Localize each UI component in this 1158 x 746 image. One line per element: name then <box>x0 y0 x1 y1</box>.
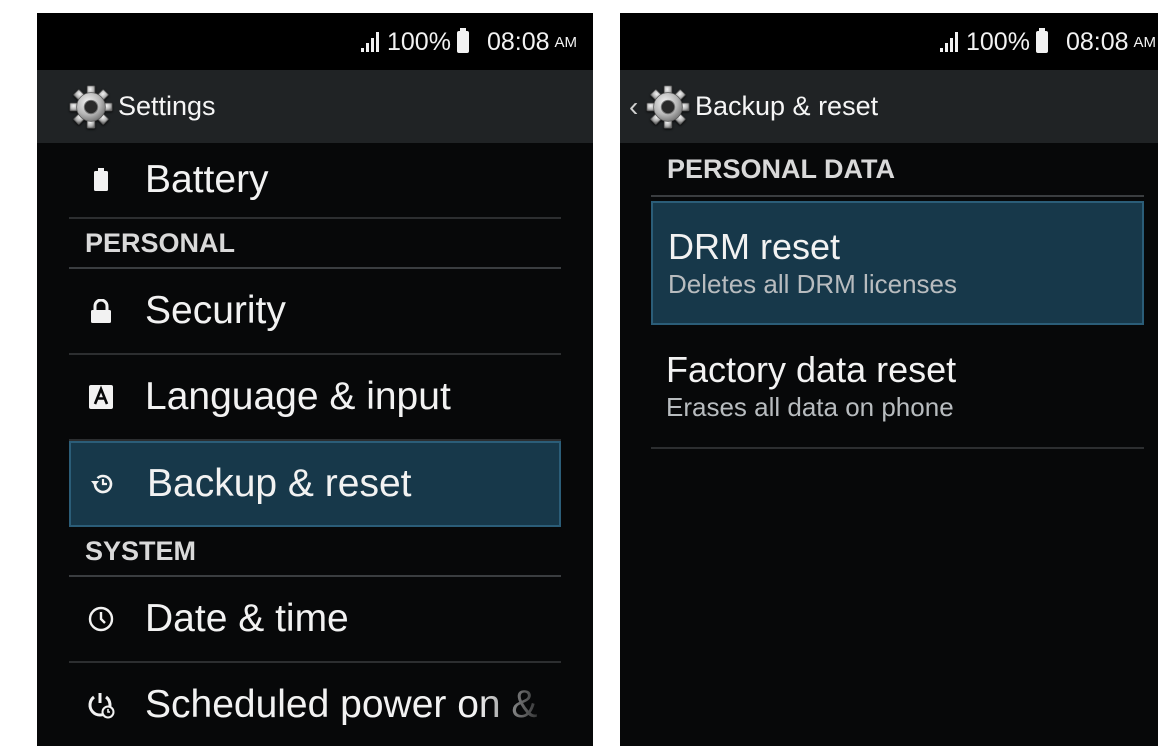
clock-time: 08:08 <box>1065 27 1129 56</box>
list-item-battery[interactable]: Battery <box>69 143 561 219</box>
status-group: 100% 08:08 AM <box>939 25 1157 59</box>
list-item-backup-reset[interactable]: Backup & reset <box>69 441 561 527</box>
action-bar[interactable]: ‹ Backup & reset <box>620 70 1158 143</box>
status-bar: 100% 08:08 AM <box>620 13 1158 70</box>
section-header-system: SYSTEM <box>69 527 561 577</box>
scheduled-power-icon <box>81 691 121 719</box>
item-subtitle: Deletes all DRM licenses <box>668 268 957 299</box>
backup-restore-icon <box>83 471 123 497</box>
list-item-drm-reset[interactable]: DRM reset Deletes all DRM licenses <box>651 201 1144 325</box>
clock-ampm: AM <box>1133 33 1157 51</box>
clock-icon <box>81 606 121 632</box>
settings-screen: 100% 08:08 AM Settings Battery PERSONAL … <box>37 13 593 746</box>
settings-gear-icon[interactable] <box>68 84 114 130</box>
settings-list: Battery PERSONAL Security Language & inp… <box>69 143 561 746</box>
backup-reset-list: PERSONAL DATA DRM reset Deletes all DRM … <box>651 143 1144 449</box>
list-item-label: Backup & reset <box>147 462 412 505</box>
section-header-personal-data: PERSONAL DATA <box>651 143 1144 197</box>
battery-status-icon <box>1035 28 1048 53</box>
page-title: Backup & reset <box>695 91 879 121</box>
list-item-label: Date & time <box>145 597 349 640</box>
language-icon <box>81 385 121 409</box>
list-item-security[interactable]: Security <box>69 269 561 355</box>
status-bar: 100% 08:08 AM <box>37 13 593 70</box>
list-item-language-input[interactable]: Language & input <box>69 355 561 441</box>
section-header-personal: PERSONAL <box>69 219 561 269</box>
battery-percent: 100% <box>965 27 1030 56</box>
action-bar: Settings <box>37 70 593 143</box>
item-title: DRM reset <box>668 225 841 267</box>
clock-time: 08:08 <box>486 27 550 56</box>
list-item-date-time[interactable]: Date & time <box>69 577 561 663</box>
list-item-label: Security <box>145 289 286 332</box>
signal-icon <box>360 32 379 52</box>
item-subtitle: Erases all data on phone <box>666 391 954 422</box>
item-title: Factory data reset <box>666 348 957 390</box>
list-item-factory-data-reset[interactable]: Factory data reset Erases all data on ph… <box>651 325 1144 449</box>
battery-status-icon <box>456 28 469 53</box>
backup-reset-screen: 100% 08:08 AM ‹ Backup & reset PERSONAL … <box>620 13 1158 746</box>
signal-icon <box>939 32 958 52</box>
settings-gear-icon[interactable] <box>645 84 691 130</box>
battery-percent: 100% <box>386 27 451 56</box>
page-title: Settings <box>118 91 216 121</box>
lock-icon <box>81 299 121 323</box>
clock-ampm: AM <box>554 33 578 51</box>
list-item-label: Language & input <box>145 375 451 418</box>
list-item-label: Scheduled power on & <box>145 683 538 726</box>
battery-icon <box>81 168 121 192</box>
list-item-label: Battery <box>145 158 269 201</box>
list-item-scheduled-power[interactable]: Scheduled power on & <box>69 663 561 746</box>
status-group: 100% 08:08 AM <box>360 25 578 59</box>
